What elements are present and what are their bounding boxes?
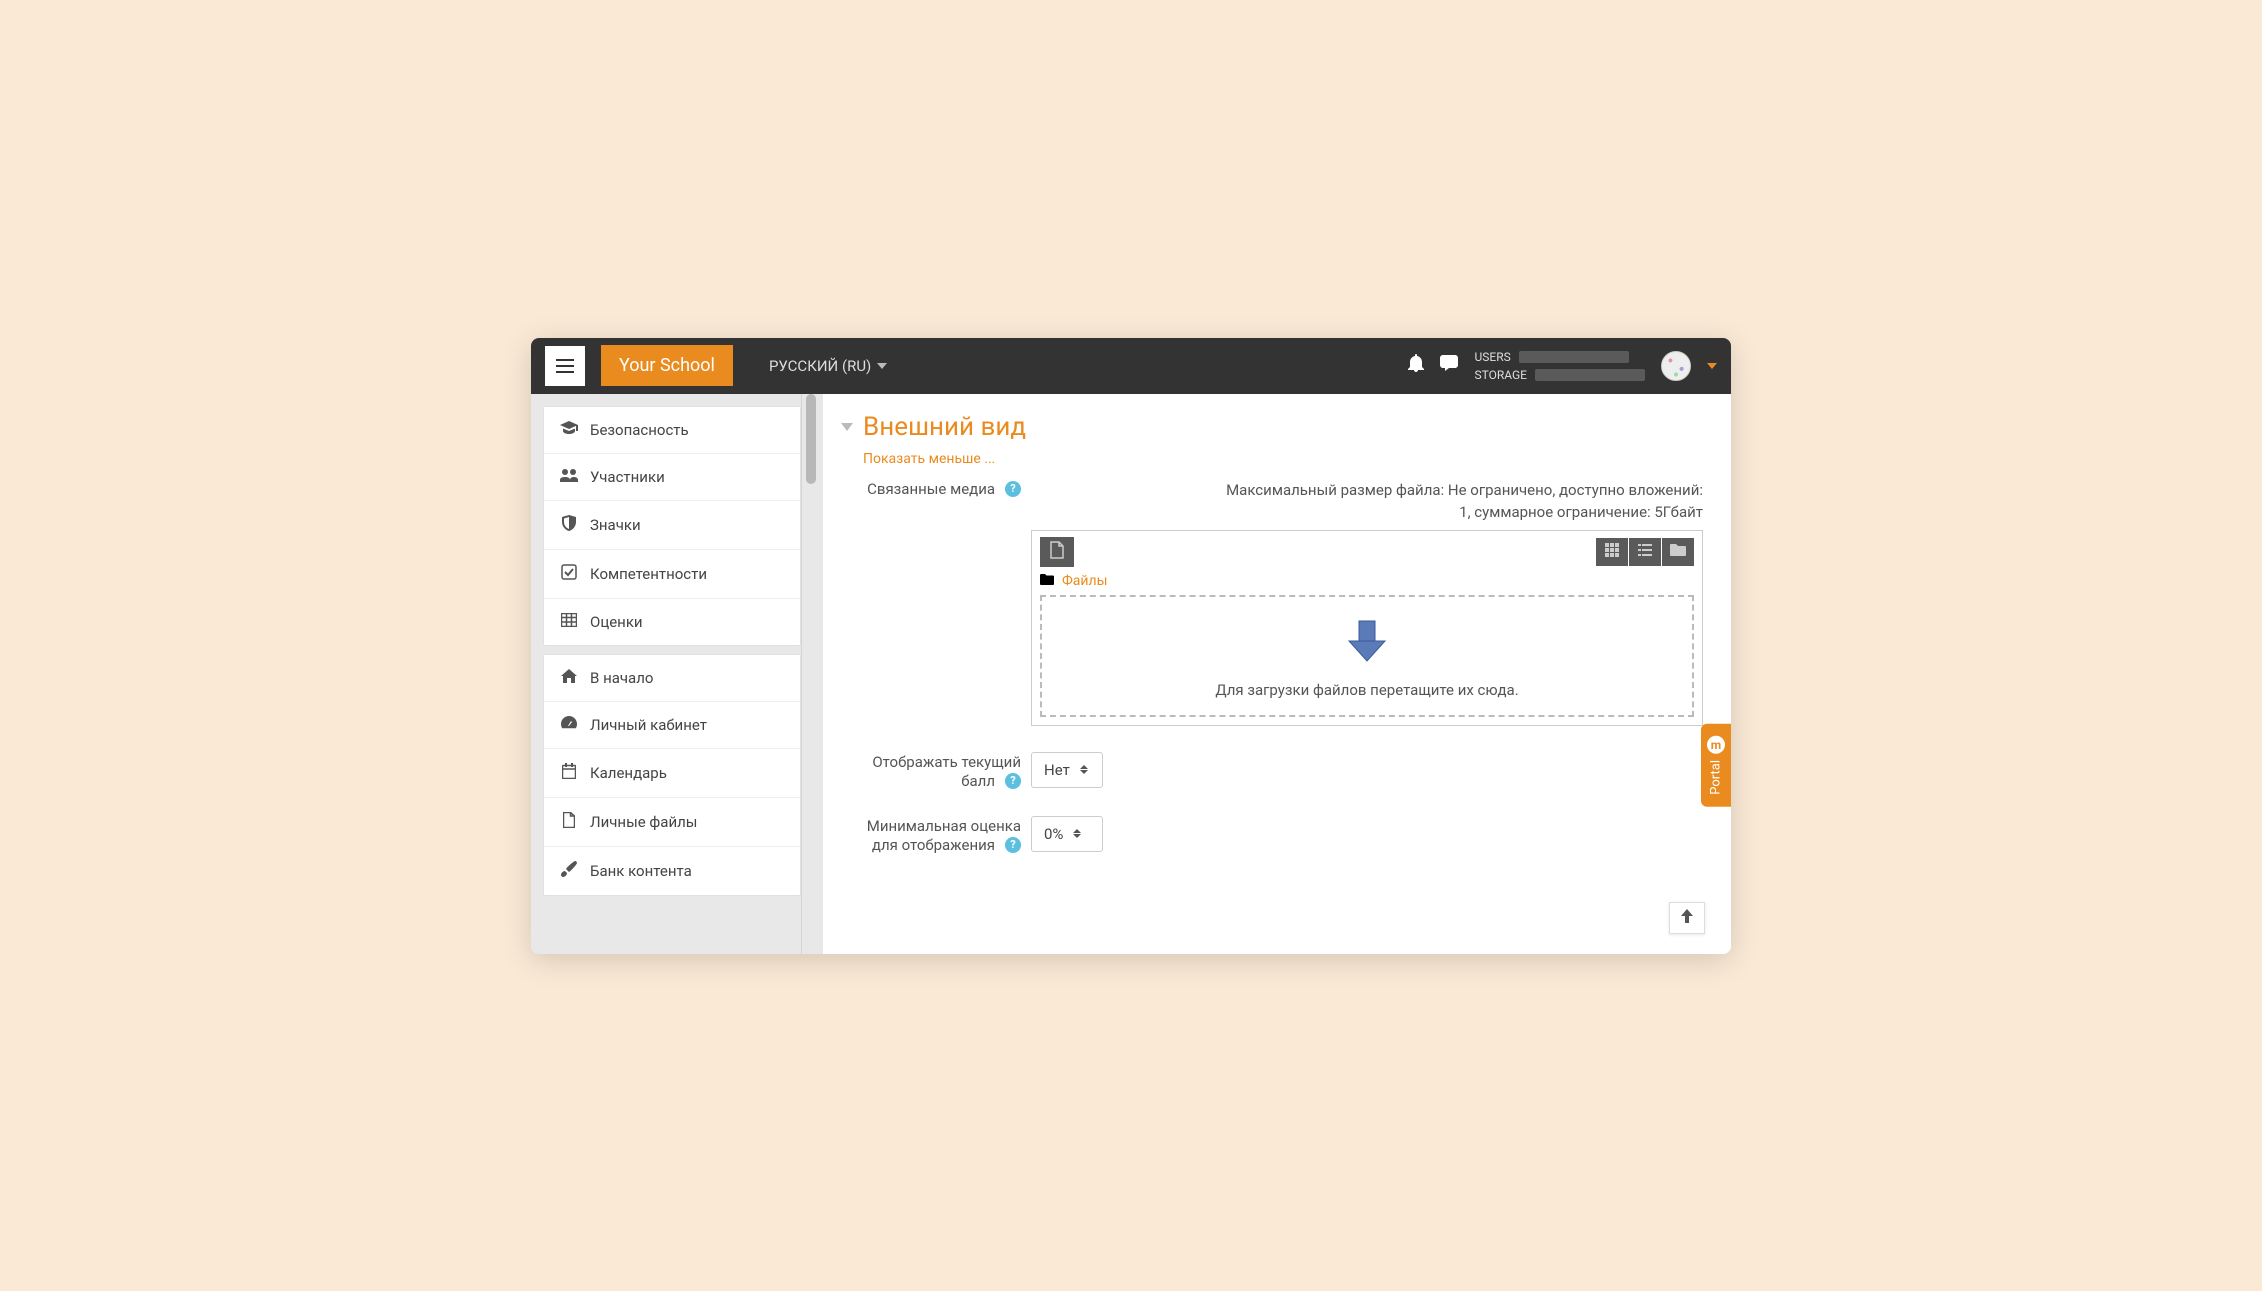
breadcrumb-files-link[interactable]: Файлы [1062,573,1107,589]
select-caret-icon [1073,829,1081,838]
tachometer-icon [560,716,578,734]
min-grade-label: Минимальная оценка для отображения [867,817,1021,854]
sidebar-item-label: Личный кабинет [590,716,707,734]
sidebar-item-label: Личные файлы [590,813,697,831]
menu-toggle-button[interactable] [545,346,585,386]
table-icon [560,613,578,631]
nav-group-site: В начало Личный кабинет Календарь Личные… [543,654,801,896]
chevron-down-icon [877,363,887,369]
folder-icon [1040,573,1054,589]
avatar[interactable] [1661,351,1691,381]
messages-icon[interactable] [1440,355,1458,376]
view-list-button[interactable] [1629,538,1661,566]
sidebar-item-participants[interactable]: Участники [544,454,800,501]
grid-icon [1605,543,1619,561]
sidebar-item-dashboard[interactable]: Личный кабинет [544,702,800,749]
file-limits: Максимальный размер файла: Не ограничено… [1031,479,1703,524]
scrollbar-thumb[interactable] [806,394,816,484]
sidebar-item-label: Значки [590,516,641,534]
users-label: USERS [1474,350,1510,364]
language-selector[interactable]: РУССКИЙ (RU) [769,357,887,375]
check-square-icon [560,564,578,584]
select-value: Нет [1044,761,1070,779]
view-mode-group [1595,538,1694,566]
shield-icon [560,515,578,535]
nav-group-course: Безопасность Участники Значки Компетентн… [543,406,801,646]
brand-logo[interactable]: Your School [601,345,733,386]
portal-label: Portal [1709,760,1724,795]
sidebar-item-label: В начало [590,669,653,687]
file-breadcrumb: Файлы [1040,573,1694,589]
arrow-up-icon [1681,908,1693,927]
sidebar-item-private-files[interactable]: Личные файлы [544,798,800,847]
current-grade-select[interactable]: Нет [1031,752,1103,788]
file-limit-line1: Максимальный размер файла: Не ограничено… [1031,479,1703,502]
usage-block: USERS STORAGE [1474,350,1645,382]
file-manager-toolbar [1040,537,1694,567]
calendar-icon [560,763,578,783]
media-label: Связанные медиа [867,480,995,498]
file-dropzone[interactable]: Для загрузки файлов перетащите их сюда. [1040,595,1694,717]
sidebar-item-security[interactable]: Безопасность [544,407,800,454]
sidebar-item-competencies[interactable]: Компетентности [544,550,800,599]
portal-m-icon: m [1707,736,1725,754]
language-label: РУССКИЙ (RU) [769,357,871,375]
dropzone-text: Для загрузки файлов перетащите их сюда. [1052,681,1682,699]
help-icon[interactable]: ? [1005,481,1021,497]
min-grade-select[interactable]: 0% [1031,816,1103,852]
user-menu-caret-icon[interactable] [1707,363,1717,369]
file-limit-line2: 1, суммарное ограничение: 5Гбайт [1031,501,1703,524]
help-icon[interactable]: ? [1005,837,1021,853]
sidebar-item-content-bank[interactable]: Банк контента [544,847,800,895]
select-caret-icon [1080,765,1088,774]
sidebar-item-label: Банк контента [590,862,692,880]
help-icon[interactable]: ? [1005,773,1021,789]
current-grade-label: Отображать текущий балл [872,753,1021,790]
users-icon [560,468,578,486]
app-window: Your School РУССКИЙ (RU) USERS STORAGE [531,338,1731,954]
sidebar-item-label: Участники [590,468,665,486]
view-icons-button[interactable] [1596,538,1628,566]
folder-icon [1670,544,1686,560]
graduation-cap-icon [560,421,578,439]
file-add-icon [1050,541,1064,563]
show-less-link[interactable]: Показать меньше ... [863,451,995,467]
users-usage-bar [1519,351,1629,363]
scroll-to-top-button[interactable] [1669,902,1705,934]
hamburger-icon [556,354,574,378]
sidebar-item-badges[interactable]: Значки [544,501,800,550]
sidebar-item-grades[interactable]: Оценки [544,599,800,645]
notifications-icon[interactable] [1408,354,1424,377]
sidebar-item-label: Компетентности [590,565,707,583]
sidebar-item-label: Безопасность [590,421,689,439]
section-collapse-icon[interactable] [841,423,853,431]
paint-brush-icon [560,861,578,881]
sidebar: Безопасность Участники Значки Компетентн… [531,394,801,954]
topbar: Your School РУССКИЙ (RU) USERS STORAGE [531,338,1731,394]
main-content: Внешний вид Показать меньше ... Связанны… [823,394,1731,954]
body: Безопасность Участники Значки Компетентн… [531,394,1731,954]
download-arrow-icon [1052,619,1682,667]
sidebar-item-label: Оценки [590,613,643,631]
sidebar-scrollbar[interactable] [801,394,823,954]
select-value: 0% [1044,825,1063,843]
file-manager: Файлы Для загрузки файлов перетащите их … [1031,530,1703,726]
list-icon [1638,544,1652,560]
sidebar-item-label: Календарь [590,764,667,782]
file-icon [560,812,578,832]
portal-side-tab[interactable]: Portal m [1701,724,1731,807]
home-icon [560,669,578,687]
section-title: Внешний вид [863,412,1026,442]
sidebar-item-home[interactable]: В начало [544,655,800,702]
storage-usage-bar [1535,369,1645,381]
sidebar-item-calendar[interactable]: Календарь [544,749,800,798]
storage-label: STORAGE [1474,368,1527,382]
view-tree-button[interactable] [1662,538,1694,566]
add-file-button[interactable] [1040,537,1074,567]
